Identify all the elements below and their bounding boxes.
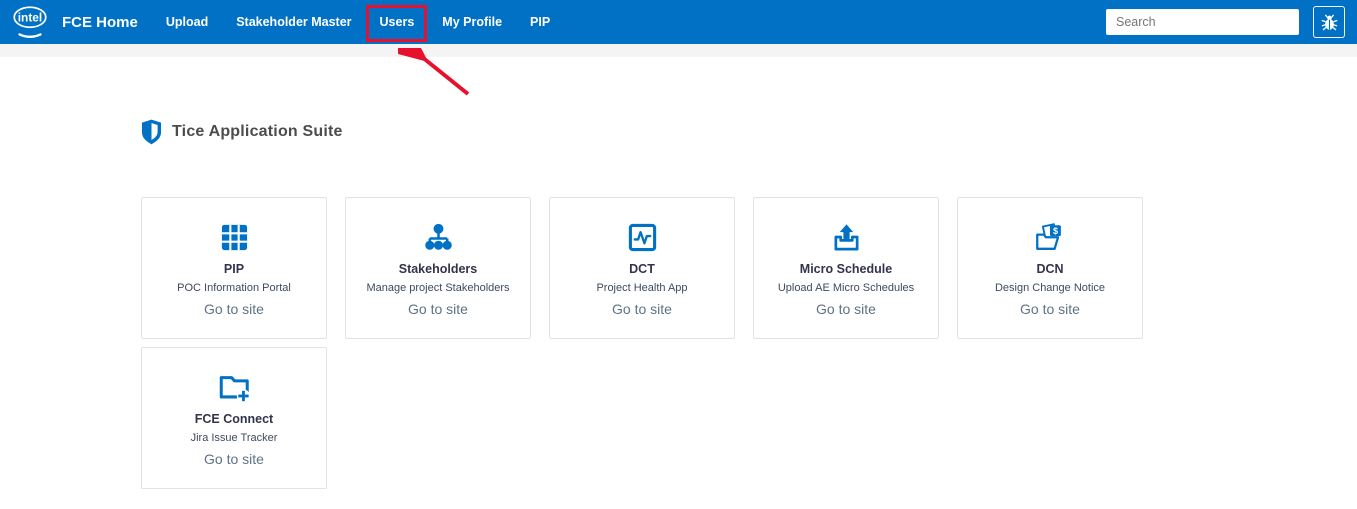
card-subtitle: Manage project Stakeholders: [366, 282, 510, 294]
shield-icon: [141, 119, 162, 145]
nav-item-my-profile[interactable]: My Profile: [442, 15, 502, 29]
nav-items: Upload Stakeholder Master Users My Profi…: [166, 5, 550, 96]
card-title: DCT: [629, 262, 655, 276]
go-to-site-link[interactable]: Go to site: [612, 301, 672, 317]
bug-icon: [1321, 14, 1337, 30]
card-title: Stakeholders: [398, 262, 478, 276]
card-subtitle: Jira Issue Tracker: [190, 432, 278, 444]
nav-item-users-label: Users: [379, 15, 415, 29]
card-title: DCN: [1036, 262, 1064, 276]
sitemap-icon: [346, 219, 530, 255]
nav-item-stakeholder-master[interactable]: Stakeholder Master: [236, 15, 351, 29]
nav-item-upload[interactable]: Upload: [166, 15, 208, 29]
app-card-micro-schedule[interactable]: Micro Schedule Upload AE Micro Schedules…: [753, 197, 939, 339]
app-card-stakeholders[interactable]: Stakeholders Manage project Stakeholders…: [345, 197, 531, 339]
app-card-dcn[interactable]: $ DCN Design Change Notice Go to site: [957, 197, 1143, 339]
svg-text:intel: intel: [18, 11, 43, 25]
card-subtitle: POC Information Portal: [177, 282, 291, 294]
top-navbar: intel FCE Home Upload Stakeholder Master…: [0, 0, 1357, 96]
card-subtitle: Project Health App: [596, 282, 688, 294]
nav-shadow-strip: [0, 44, 1357, 57]
upload-icon: [754, 219, 938, 255]
app-cards-grid: PIP POC Information Portal Go to site St…: [141, 197, 1145, 489]
grid-icon: [142, 219, 326, 255]
bug-report-button[interactable]: [1313, 6, 1345, 38]
card-title: FCE Connect: [194, 412, 274, 426]
card-subtitle: Design Change Notice: [994, 282, 1106, 294]
folder-plus-icon: [142, 369, 326, 405]
go-to-site-link[interactable]: Go to site: [816, 301, 876, 317]
go-to-site-link[interactable]: Go to site: [204, 301, 264, 317]
pulse-chart-icon: [550, 219, 734, 255]
card-subtitle: Upload AE Micro Schedules: [777, 282, 915, 294]
app-card-pip[interactable]: PIP POC Information Portal Go to site: [141, 197, 327, 339]
svg-text:$: $: [1053, 226, 1058, 236]
app-card-fce-connect[interactable]: FCE Connect Jira Issue Tracker Go to sit…: [141, 347, 327, 489]
go-to-site-link[interactable]: Go to site: [408, 301, 468, 317]
section-header: Tice Application Suite: [141, 118, 1357, 146]
nav-brand-fce-home[interactable]: FCE Home: [62, 14, 138, 31]
card-title: PIP: [223, 262, 245, 276]
intel-logo[interactable]: intel: [8, 0, 52, 44]
go-to-site-link[interactable]: Go to site: [1020, 301, 1080, 317]
app-card-dct[interactable]: DCT Project Health App Go to site: [549, 197, 735, 339]
page-title: Tice Application Suite: [172, 123, 343, 140]
folder-invoice-icon: $: [958, 219, 1142, 255]
go-to-site-link[interactable]: Go to site: [204, 451, 264, 467]
nav-item-users[interactable]: Users: [365, 5, 469, 96]
nav-item-pip[interactable]: PIP: [530, 15, 550, 29]
search-input[interactable]: [1106, 9, 1299, 35]
card-title: Micro Schedule: [799, 262, 893, 276]
